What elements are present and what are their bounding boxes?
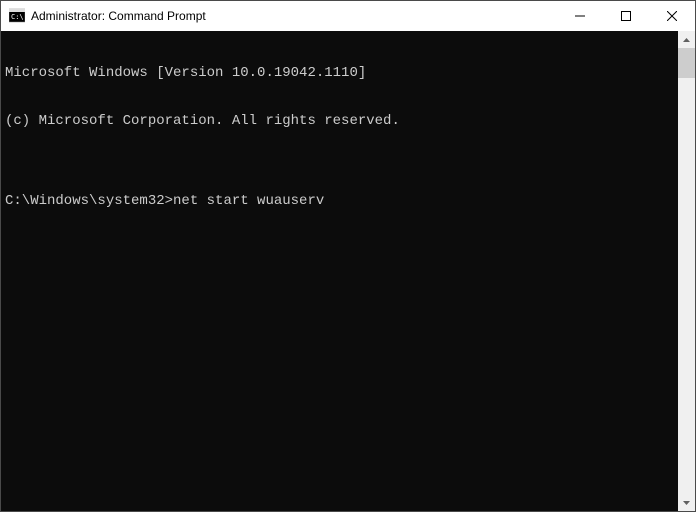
console-command: net start wuauserv <box>173 193 324 209</box>
console-line-copyright: (c) Microsoft Corporation. All rights re… <box>5 113 674 129</box>
scroll-up-button[interactable] <box>678 31 695 48</box>
scroll-track[interactable] <box>678 48 695 494</box>
close-button[interactable] <box>649 1 695 31</box>
console-prompt: C:\Windows\system32> <box>5 193 173 209</box>
chevron-down-icon <box>683 501 690 505</box>
maximize-icon <box>621 11 631 21</box>
window-controls <box>557 1 695 31</box>
vertical-scrollbar[interactable] <box>678 31 695 511</box>
svg-text:C:\: C:\ <box>11 13 24 21</box>
maximize-button[interactable] <box>603 1 649 31</box>
console-area: Microsoft Windows [Version 10.0.19042.11… <box>1 31 695 511</box>
console-line-version: Microsoft Windows [Version 10.0.19042.11… <box>5 65 674 81</box>
window-title: Administrator: Command Prompt <box>31 9 557 23</box>
console-prompt-line: C:\Windows\system32>net start wuauserv <box>5 193 674 209</box>
console-content[interactable]: Microsoft Windows [Version 10.0.19042.11… <box>1 31 678 511</box>
chevron-up-icon <box>683 38 690 42</box>
cmd-icon: C:\ <box>9 8 25 24</box>
command-prompt-window: C:\ Administrator: Command Prompt <box>0 0 696 512</box>
minimize-icon <box>575 11 585 21</box>
scroll-down-button[interactable] <box>678 494 695 511</box>
titlebar[interactable]: C:\ Administrator: Command Prompt <box>1 1 695 31</box>
minimize-button[interactable] <box>557 1 603 31</box>
scroll-thumb[interactable] <box>678 48 695 78</box>
close-icon <box>667 11 677 21</box>
